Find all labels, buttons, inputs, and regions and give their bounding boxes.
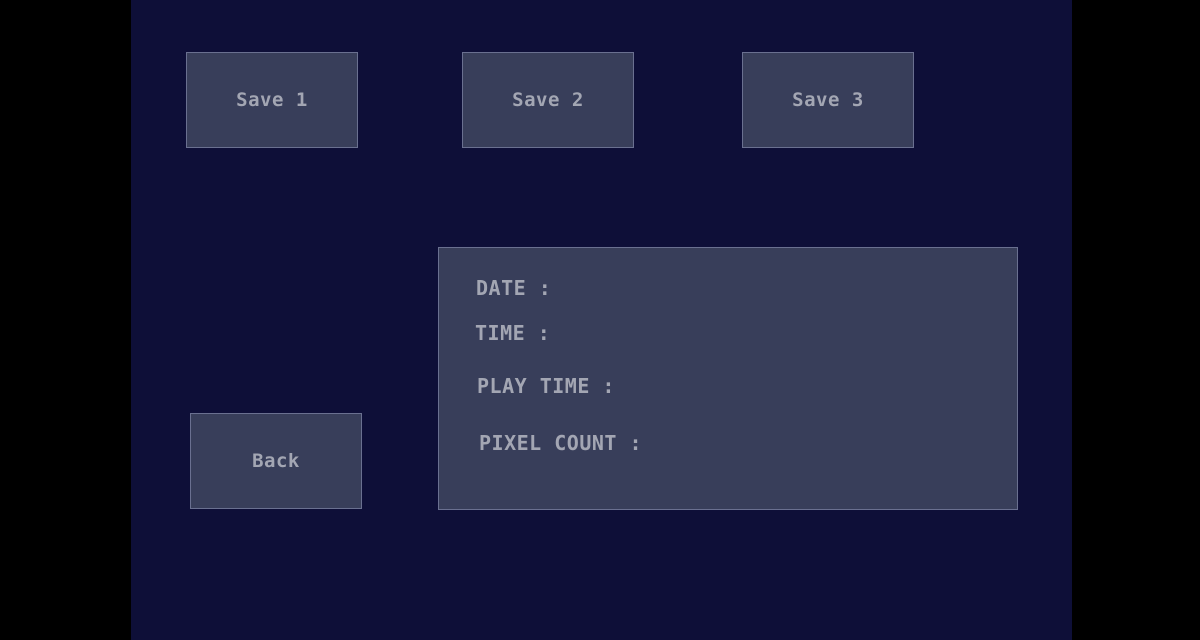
save-slot-3-label: Save 3 bbox=[792, 89, 864, 111]
save-slot-3-button[interactable]: Save 3 bbox=[742, 52, 914, 148]
save-menu-screen: Save 1 Save 2 Save 3 Back DATE : TIME : … bbox=[131, 0, 1072, 640]
save-slot-2-label: Save 2 bbox=[512, 89, 584, 111]
save-slot-2-button[interactable]: Save 2 bbox=[462, 52, 634, 148]
pixel-count-label: PIXEL COUNT : bbox=[479, 431, 643, 455]
time-label: TIME : bbox=[475, 321, 551, 345]
date-label: DATE : bbox=[476, 276, 552, 300]
play-time-label: PLAY TIME : bbox=[477, 374, 615, 398]
save-slot-1-label: Save 1 bbox=[236, 89, 308, 111]
save-info-panel: DATE : TIME : PLAY TIME : PIXEL COUNT : bbox=[438, 247, 1018, 510]
save-slot-1-button[interactable]: Save 1 bbox=[186, 52, 358, 148]
back-label: Back bbox=[252, 450, 300, 472]
back-button[interactable]: Back bbox=[190, 413, 362, 509]
